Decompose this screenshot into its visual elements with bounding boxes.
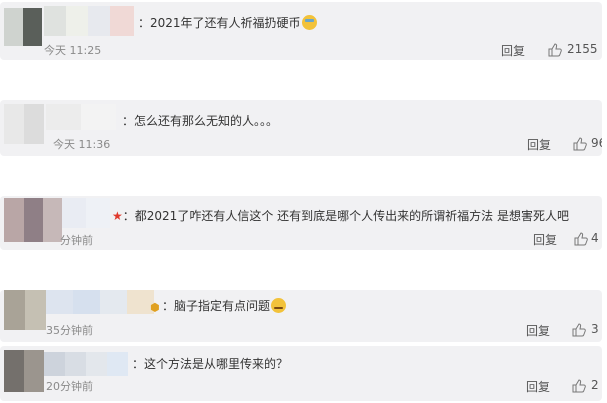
comment-text: ：这个方法是从哪里传来的？ [132,357,289,371]
thumbs-up-icon[interactable] [572,379,586,393]
verified-badge-icon: ⬢ [150,301,160,314]
comment-card: ：怎么还有那么无知的人。。。 今天 11:36 回复 96 [0,100,602,156]
reply-button[interactable]: 回复 [501,42,525,59]
comment-card: ：这个方法是从哪里传来的？ 20分钟前 回复 2 [0,346,602,401]
comment-card: ★：都2021了咋还有人信这个 还有到底是哪个人传出来的所谓祈福方法 是想害死人… [0,196,602,250]
comment-time: 20分钟前 [46,380,93,393]
comment-time: 35分钟前 [46,324,93,337]
grin-emoji-icon [271,298,287,313]
comment-text: ：脑子指定有点问题 [162,298,287,314]
avatar-pixelated[interactable] [4,198,62,242]
avatar-pixelated[interactable] [4,104,44,144]
comment-text: ★：都2021了咋还有人信这个 还有到底是哪个人传出来的所谓祈福方法 是想害死人… [112,209,569,223]
username-pixelated[interactable] [62,198,110,228]
username-pixelated[interactable] [46,290,154,314]
comment-card: ：2021年了还有人祈福扔硬币 今天 11:25 回复 2155 [0,2,602,60]
username-pixelated[interactable] [46,104,116,130]
avatar-pixelated[interactable] [4,8,42,46]
thumbs-up-icon[interactable] [573,137,587,151]
like-count: 4 [591,231,599,245]
reply-button[interactable]: 回复 [526,378,550,395]
sweat-emoji-icon [301,15,317,30]
comment-time: 今天 11:25 [44,44,102,57]
star-icon: ★ [112,209,123,223]
thumbs-up-icon[interactable] [572,323,586,337]
comment-time: 今天 11:36 [53,138,111,151]
reply-button[interactable]: 回复 [526,322,550,339]
like-count: 2 [591,378,599,392]
comment-text: ：怎么还有那么无知的人。。。 [122,114,279,128]
like-count: 96 [591,136,602,150]
reply-button[interactable]: 回复 [533,231,557,248]
reply-button[interactable]: 回复 [527,136,551,153]
username-pixelated[interactable] [44,6,134,36]
comment-time: 分钟前 [60,234,93,247]
avatar-pixelated[interactable] [4,350,44,392]
like-count: 2155 [567,42,598,56]
avatar-pixelated[interactable] [4,290,46,330]
comment-text: ：2021年了还有人祈福扔硬币 [138,15,317,31]
comment-card: ⬢ ：脑子指定有点问题 35分钟前 回复 3 [0,290,602,342]
thumbs-up-icon[interactable] [548,43,562,57]
like-count: 3 [591,322,599,336]
username-pixelated[interactable] [44,352,128,376]
thumbs-up-icon[interactable] [574,232,588,246]
